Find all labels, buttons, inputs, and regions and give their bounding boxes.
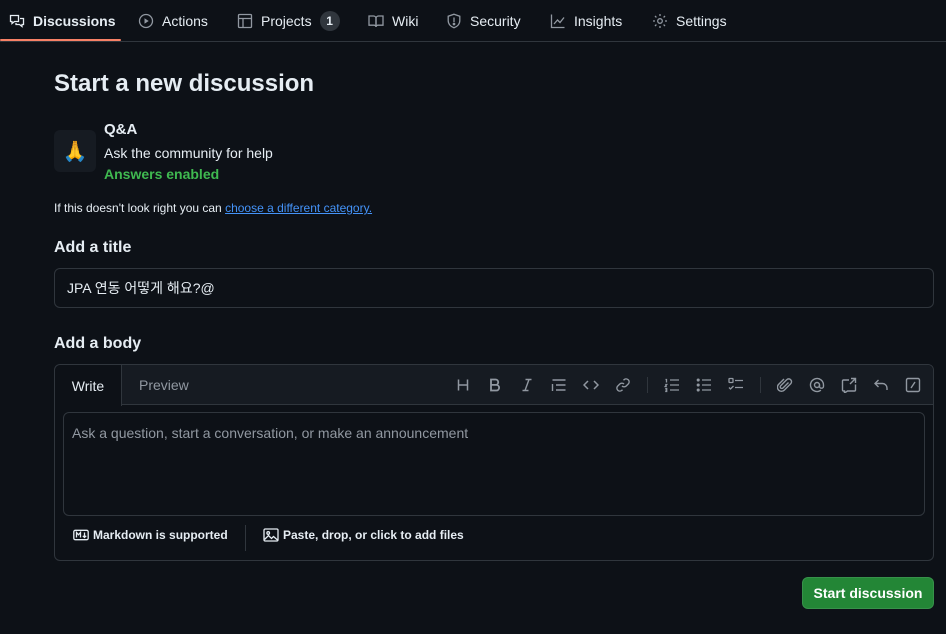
active-tab-indicator <box>0 39 121 41</box>
category-hint: If this doesn't look right you can choos… <box>54 201 372 215</box>
code-icon[interactable] <box>583 377 599 393</box>
attach-note: Paste, drop, or click to add files <box>283 528 464 542</box>
tab-settings[interactable]: Settings <box>652 0 727 41</box>
tab-actions[interactable]: Actions <box>138 0 208 41</box>
tab-label: Projects <box>261 12 312 29</box>
book-icon <box>368 13 384 29</box>
paperclip-icon[interactable] <box>777 377 793 393</box>
tab-label: Wiki <box>392 12 419 29</box>
editor-header: Write Preview <box>55 365 933 406</box>
category-hint-text: If this doesn't look right you can <box>54 201 226 215</box>
unordered-list-icon[interactable] <box>696 377 712 393</box>
tab-label: Actions <box>162 12 208 29</box>
page-title: Start a new discussion <box>54 70 315 97</box>
category-description: Ask the community for help <box>104 145 273 161</box>
start-discussion-button[interactable]: Start discussion <box>802 577 934 609</box>
play-icon <box>138 13 154 29</box>
table-icon <box>237 13 253 29</box>
tab-security[interactable]: Security <box>446 0 521 41</box>
italic-icon[interactable] <box>519 377 535 393</box>
undo-icon[interactable] <box>873 377 889 393</box>
tab-label: Insights <box>574 12 623 29</box>
slash-command-icon[interactable] <box>905 377 921 393</box>
category-name: Q&A <box>104 121 138 138</box>
projects-counter: 1 <box>319 10 340 31</box>
graph-icon <box>550 13 566 29</box>
title-label: Add a title <box>54 239 132 256</box>
body-editor: Write Preview Ask a question, start a co… <box>54 364 934 561</box>
tab-discussions[interactable]: Discussions <box>9 0 115 41</box>
toolbar-divider <box>647 377 648 393</box>
image-icon <box>263 528 279 542</box>
markdown-note: Markdown is supported <box>93 528 228 542</box>
attach-files-button[interactable]: Paste, drop, or click to add files <box>263 527 464 543</box>
quote-icon[interactable] <box>551 377 567 393</box>
task-list-icon[interactable] <box>728 377 744 393</box>
tab-write[interactable]: Write <box>55 365 122 406</box>
tab-projects[interactable]: Projects 1 <box>237 0 340 41</box>
body-textarea[interactable] <box>63 412 925 516</box>
gear-icon <box>652 13 668 29</box>
mention-icon[interactable] <box>809 377 825 393</box>
body-label: Add a body <box>54 335 142 352</box>
comment-discussion-icon <box>9 13 25 29</box>
bold-icon[interactable] <box>487 377 503 393</box>
tab-insights[interactable]: Insights <box>550 0 622 41</box>
markdown-supported-link[interactable]: Markdown is supported <box>73 527 228 543</box>
link-icon[interactable] <box>615 377 631 393</box>
toolbar-divider <box>760 377 761 393</box>
title-input[interactable] <box>54 268 934 308</box>
choose-category-link[interactable]: choose a different category. <box>225 201 372 215</box>
tab-label: Settings <box>676 12 727 29</box>
footer-divider <box>245 525 246 551</box>
markdown-icon <box>73 529 89 541</box>
ordered-list-icon[interactable] <box>664 377 680 393</box>
heading-icon[interactable] <box>455 377 471 393</box>
tab-label: Discussions <box>33 12 116 29</box>
category-emoji: 🙏 <box>54 130 96 172</box>
tab-preview[interactable]: Preview <box>139 365 189 405</box>
shield-icon <box>446 13 462 29</box>
reference-icon[interactable] <box>841 377 857 393</box>
tab-label: Security <box>470 12 521 29</box>
repo-nav: Discussions Actions Projects 1 Wiki Secu… <box>0 0 946 42</box>
answers-enabled-status: Answers enabled <box>104 166 220 182</box>
tab-wiki[interactable]: Wiki <box>368 0 418 41</box>
